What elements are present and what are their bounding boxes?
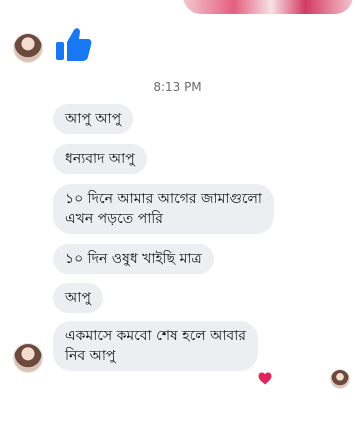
message-bubble[interactable]: একমাসে কমবো শেষ হলে আবার নিব আপু bbox=[53, 321, 258, 371]
contact-avatar[interactable] bbox=[14, 34, 42, 62]
thumbs-up-icon bbox=[56, 28, 92, 61]
contact-avatar[interactable] bbox=[14, 344, 42, 372]
message-bubble[interactable]: আপু আপু bbox=[53, 104, 134, 134]
message-bubble[interactable]: ১০ দিনে আমার আগের জামাগুলো এখন পড়তে পার… bbox=[53, 184, 274, 234]
message-text: ধন্যবাদ আপু bbox=[65, 151, 135, 167]
message-bubble[interactable]: ১০ দিন ওষুধ খাইছি মাত্র bbox=[53, 244, 214, 274]
message-text: ১০ দিন ওষুধ খাইছি মাত্র bbox=[65, 251, 202, 267]
message-text-line: এখন পড়তে পারি bbox=[65, 211, 163, 227]
message-text: আপু bbox=[65, 290, 91, 306]
seen-receipt-avatar bbox=[331, 370, 349, 388]
message-text: আপু আপু bbox=[65, 111, 122, 127]
message-text-line: একমাসে কমবো শেষ হলে আবার bbox=[65, 328, 246, 344]
message-text-line: নিব আপু bbox=[65, 348, 116, 364]
heart-icon[interactable] bbox=[258, 372, 272, 385]
message-timestamp: 8:13 PM bbox=[153, 80, 202, 94]
message-text-line: ১০ দিনে আমার আগের জামাগুলো bbox=[65, 191, 262, 207]
message-bubble[interactable]: আপু bbox=[53, 283, 103, 313]
shared-photo-preview[interactable] bbox=[183, 0, 353, 14]
message-bubble[interactable]: ধন্যবাদ আপু bbox=[53, 144, 147, 174]
